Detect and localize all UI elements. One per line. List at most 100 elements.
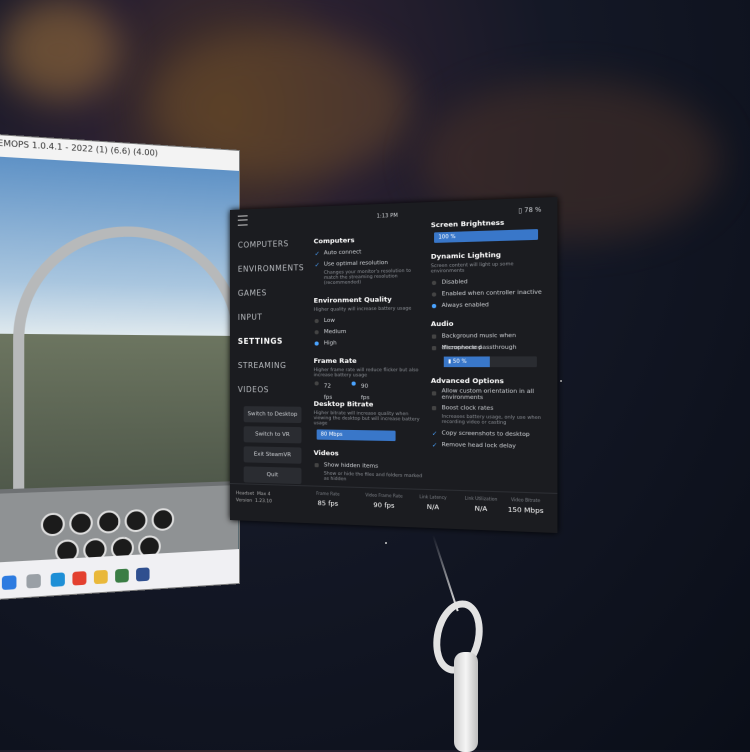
sidebar-item-environments[interactable]: ENVIRONMENTS (230, 256, 308, 282)
browser-icon[interactable] (51, 572, 65, 587)
gauge (69, 511, 93, 535)
quit-button[interactable]: Quit (244, 466, 302, 484)
radio-icon (432, 292, 436, 296)
check-icon: ✓ (315, 260, 320, 271)
settings-right-column: Screen Brightness 100 % Dynamic Lighting… (431, 217, 546, 454)
quality-low-label: Low (324, 318, 335, 324)
start-icon[interactable] (2, 575, 17, 590)
videos-heading: Videos (314, 449, 423, 460)
checkbox-icon (432, 391, 436, 395)
optimal-resolution-label: Use optimal resolution (324, 260, 388, 268)
headset-value: Max 4 (257, 492, 270, 497)
environment-quality-heading: Environment Quality (314, 295, 423, 305)
sidebar-item-settings[interactable]: SETTINGS (230, 329, 308, 354)
lighting-always-radio[interactable]: Always enabled (431, 299, 546, 312)
radio-icon (315, 330, 319, 334)
check-icon: ✓ (432, 428, 437, 440)
cockpit-canopy (13, 222, 240, 511)
quality-medium-radio[interactable]: Medium (314, 326, 423, 338)
quality-low-radio[interactable]: Low (314, 315, 423, 328)
mic-passthrough-label: Microphone passthrough (442, 345, 517, 352)
radio-icon (432, 281, 436, 285)
quality-medium-label: Medium (324, 329, 347, 335)
checkbox-icon (315, 463, 319, 467)
battery-level: ▯ 78 % (518, 206, 541, 214)
stat-frame-rate: Frame Rate85 fps (299, 490, 356, 508)
fps-72-label: 72 fps (324, 381, 332, 404)
radio-icon (315, 319, 319, 323)
headset-label: Headset (236, 491, 254, 497)
checkbox-icon (432, 406, 436, 410)
star (385, 542, 387, 544)
controller-grip (454, 652, 478, 752)
boost-clock-desc: Increases battery usage, only use when r… (431, 414, 546, 426)
remove-head-lock-label: Remove head lock delay (442, 442, 516, 450)
stat-label: Video Bitrate (494, 496, 557, 503)
mic-passthrough-checkbox[interactable]: Microphone passthrough (431, 342, 546, 354)
gauge (125, 509, 148, 533)
screen-brightness-slider[interactable]: 100 % (434, 229, 538, 243)
copy-screenshots-label: Copy screenshots to desktop (442, 430, 530, 438)
auto-connect-label: Auto connect (324, 249, 362, 256)
bg-music-checkbox[interactable]: Background music when disconnected (431, 330, 546, 343)
radio-selected-icon (352, 381, 356, 385)
lighting-always-label: Always enabled (442, 302, 489, 309)
switch-to-vr-button[interactable]: Switch to VR (244, 426, 302, 443)
desktop-bitrate-value: 80 Mbps (321, 432, 343, 439)
sidebar-item-videos[interactable]: VIDEOS (230, 378, 308, 403)
menu-icon[interactable] (238, 215, 248, 225)
mic-level-slider[interactable]: ▮ 50 % (444, 356, 537, 367)
vr-controller (432, 600, 482, 750)
dynamic-lighting-desc: Screen content will light up some enviro… (431, 261, 546, 274)
radio-icon (315, 381, 319, 385)
sidebar-item-games[interactable]: GAMES (230, 280, 308, 306)
stat-video-bitrate: Video Bitrate 150 Mbps (494, 496, 557, 515)
stat-label: Frame Rate (299, 490, 356, 497)
lighting-inactive-label: Enabled when controller inactive (442, 289, 542, 297)
custom-orientation-checkbox[interactable]: Allow custom orientation in all environm… (431, 388, 546, 402)
boost-clock-label: Boost clock rates (442, 405, 494, 412)
app-icon[interactable] (136, 567, 149, 581)
gauge (97, 510, 120, 534)
frame-rate-desc: Higher frame rate will reduce flicker bu… (314, 368, 423, 379)
audio-heading: Audio (431, 319, 546, 329)
frame-rate-options: 72 fps 90 fps (314, 381, 423, 393)
remove-head-lock-checkbox[interactable]: ✓ Remove head lock delay (431, 440, 546, 454)
frame-rate-heading: Frame Rate (314, 357, 423, 365)
sidebar-item-streaming[interactable]: STREAMING (230, 354, 308, 378)
search-icon[interactable] (26, 574, 40, 589)
dynamic-lighting-heading: Dynamic Lighting (431, 249, 546, 261)
check-icon: ✓ (432, 440, 437, 452)
clock: 1:13 PM (377, 213, 398, 220)
fps-90-label: 90 fps (361, 382, 370, 405)
lighting-disabled-label: Disabled (442, 279, 468, 286)
headset-info: Headset Max 4 Version 1.23.10 (236, 490, 272, 505)
stat-value: 85 fps (299, 498, 356, 508)
computers-heading: Computers (314, 234, 423, 246)
folder-icon[interactable] (94, 570, 108, 584)
gauge (152, 508, 175, 532)
switch-to-desktop-button[interactable]: Switch to Desktop (244, 406, 302, 423)
status-footer: Headset Max 4 Version 1.23.10 Frame Rate… (230, 483, 557, 533)
radio-selected-icon (315, 341, 319, 345)
show-hidden-desc: Show or hide the files and folders marke… (314, 471, 423, 484)
desktop-bitrate-desc: Higher bitrate will increase quality whe… (314, 411, 423, 428)
show-hidden-label: Show hidden items (324, 462, 378, 470)
sidebar: COMPUTERS ENVIRONMENTS GAMES INPUT SETTI… (230, 231, 308, 484)
desktop-window[interactable]: DEMOPS 1.0.4.1 - 2022 (1) (6.6) (4.00) (0, 133, 240, 602)
sidebar-item-computers[interactable]: COMPUTERS (230, 231, 308, 258)
environment-quality-desc: Higher quality will increase battery usa… (314, 306, 423, 313)
app-icon[interactable] (115, 569, 129, 583)
quality-high-label: High (324, 340, 337, 346)
checkbox-icon (432, 346, 436, 350)
sidebar-item-input[interactable]: INPUT (230, 305, 308, 330)
custom-orientation-label: Allow custom orientation in all environm… (442, 388, 534, 401)
exit-steamvr-button[interactable]: Exit SteamVR (244, 446, 302, 463)
desktop-bitrate-slider[interactable]: 80 Mbps (317, 429, 396, 441)
optimal-resolution-desc: Changes your monitor's resolution to mat… (314, 268, 423, 286)
stat-value: 150 Mbps (494, 505, 557, 516)
gauge (41, 512, 65, 536)
quality-high-radio[interactable]: High (314, 338, 423, 350)
browser-icon[interactable] (72, 571, 86, 585)
screen-brightness-value: 100 % (438, 234, 455, 241)
